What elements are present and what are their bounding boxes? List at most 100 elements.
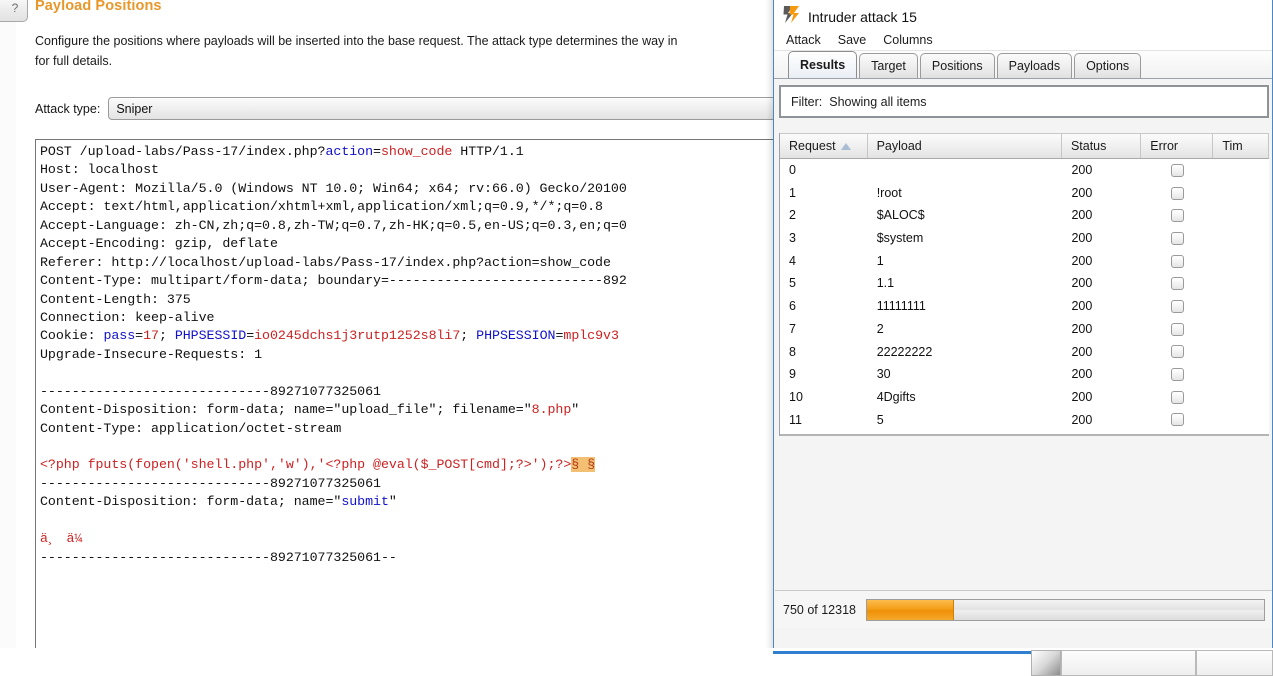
table-row[interactable]: 2 $ALOC$ 200: [780, 204, 1269, 227]
request-token: =: [373, 144, 381, 159]
table-bottom-divider: [780, 434, 1269, 436]
error-checkbox[interactable]: [1171, 231, 1185, 245]
filter-bar[interactable]: Filter: Showing all items: [779, 85, 1269, 118]
cell-timer: [1213, 182, 1269, 205]
results-table[interactable]: Request Payload Status Error Tim 0 200 1 !root 2…: [779, 133, 1269, 436]
cell-status: 200: [1071, 208, 1093, 223]
table-row[interactable]: 1 !root 200: [780, 182, 1269, 205]
cell-status: 200: [1071, 344, 1093, 359]
cell-request: 0: [789, 163, 796, 177]
request-token: Content-Length: 375: [40, 291, 191, 307]
sort-ascending-icon: [840, 143, 851, 150]
window-titlebar: Intruder attack 15: [774, 0, 1272, 29]
cell-error: [1142, 227, 1213, 250]
cell-payload: 2: [876, 321, 884, 336]
column-header-request[interactable]: Request: [780, 134, 868, 158]
request-token: io0245dchs1j3rutp1252s8li7: [254, 328, 461, 344]
cell-timer: [1213, 159, 1269, 182]
table-row[interactable]: 6 11111111 200: [780, 295, 1269, 318]
taskbar-item[interactable]: [1061, 650, 1196, 676]
request-line: [40, 438, 627, 456]
table-row[interactable]: 4 1 200: [780, 250, 1269, 273]
cell-request: 11: [789, 412, 802, 427]
menu-item-attack[interactable]: Attack: [786, 33, 821, 47]
cell-status: 200: [1071, 231, 1093, 246]
request-token: Content-Disposition: form-data; name="up…: [40, 402, 532, 418]
intruder-attack-window: Intruder attack 15 Attack Save Columns Res…: [773, 0, 1273, 657]
error-checkbox[interactable]: [1171, 413, 1185, 427]
request-text: POST /upload-labs/Pass-17/index.php?acti…: [40, 143, 627, 567]
table-row[interactable]: 8 22222222 200: [780, 341, 1269, 364]
tab-positions[interactable]: Positions: [919, 53, 995, 78]
error-checkbox[interactable]: [1171, 163, 1185, 177]
tab-target[interactable]: Target: [859, 53, 918, 78]
attack-type-row: Attack type: Sniper: [35, 97, 799, 120]
tab-options[interactable]: Options: [1074, 53, 1142, 78]
cell-status: 200: [1071, 321, 1093, 336]
request-line: Connection: keep-alive: [40, 309, 627, 327]
cell-request: 7: [789, 321, 796, 336]
menu-item-save[interactable]: Save: [838, 33, 867, 47]
cell-request: 5: [789, 276, 796, 291]
window-title: Intruder attack 15: [808, 9, 917, 25]
request-token: Cookie:: [40, 328, 104, 344]
column-header-status[interactable]: Status: [1062, 134, 1142, 158]
request-token: Content-Type: application/octet-stream: [40, 420, 342, 436]
table-row[interactable]: 9 30 200: [780, 363, 1269, 386]
help-icon[interactable]: ?: [0, 0, 28, 22]
error-checkbox[interactable]: [1171, 254, 1185, 268]
request-editor[interactable]: POST /upload-labs/Pass-17/index.php?acti…: [35, 139, 780, 676]
column-header-tim[interactable]: Tim: [1213, 134, 1269, 158]
menu-item-columns[interactable]: Columns: [883, 33, 932, 47]
request-token: -----------------------------89271077325…: [40, 475, 381, 491]
error-checkbox[interactable]: [1171, 209, 1185, 223]
cell-error: [1142, 409, 1213, 432]
table-row[interactable]: 10 4Dgifts 200: [780, 386, 1269, 409]
request-line: -----------------------------89271077325…: [40, 549, 627, 567]
tab-results[interactable]: Results: [788, 51, 858, 78]
taskbar-thumbnail[interactable]: [1031, 650, 1061, 676]
cell-status: 200: [1071, 389, 1093, 404]
taskbar: [0, 648, 1273, 676]
error-checkbox[interactable]: [1171, 345, 1185, 359]
table-row[interactable]: 5 1.1 200: [780, 272, 1269, 295]
request-token: PHPSESSID: [174, 328, 247, 344]
request-line: User-Agent: Mozilla/5.0 (Windows NT 10.0…: [40, 180, 627, 198]
error-checkbox[interactable]: [1171, 186, 1185, 200]
request-token: ;: [158, 328, 175, 344]
error-checkbox[interactable]: [1171, 277, 1185, 291]
error-checkbox[interactable]: [1171, 368, 1185, 382]
request-token: pass: [103, 328, 136, 344]
column-header-error[interactable]: Error: [1141, 134, 1214, 158]
attack-type-label: Attack type:: [35, 101, 101, 116]
tab-payloads[interactable]: Payloads: [996, 53, 1073, 78]
column-header-payload[interactable]: Payload: [868, 134, 1062, 158]
error-checkbox[interactable]: [1171, 322, 1185, 336]
table-row[interactable]: 11 5 200: [780, 409, 1269, 432]
request-token: Host: localhost: [40, 162, 159, 178]
request-line: Accept-Language: zh-CN,zh;q=0.8,zh-TW;q=…: [40, 217, 627, 235]
cell-error: [1142, 295, 1213, 318]
cell-payload: 1: [876, 253, 884, 268]
request-token: -----------------------------89271077325…: [40, 383, 381, 399]
request-token: ": [388, 494, 397, 510]
error-checkbox[interactable]: [1171, 390, 1185, 404]
request-token: -----------------------------89271077325…: [40, 549, 397, 565]
request-line: ä¸ä¼: [40, 530, 627, 548]
cell-payload: !root: [876, 185, 902, 200]
request-token: User-Agent: Mozilla/5.0 (Windows NT 10.0…: [40, 180, 627, 196]
cell-status: 200: [1071, 367, 1093, 382]
attack-type-select[interactable]: Sniper: [108, 97, 799, 120]
request-token: POST /upload-labs/Pass-17/index.php?: [40, 144, 326, 159]
attack-status-bar: 750 of 12318: [775, 590, 1272, 628]
error-checkbox[interactable]: [1171, 299, 1185, 313]
cell-status: 200: [1071, 276, 1093, 291]
table-row[interactable]: 3 $system 200: [780, 227, 1269, 250]
request-line: Content-Disposition: form-data; name="su…: [40, 493, 627, 511]
table-row[interactable]: 7 2 200: [780, 318, 1269, 341]
table-row[interactable]: 0 200: [780, 159, 1269, 182]
burp-lightning-icon: [782, 5, 801, 24]
cell-payload: $system: [876, 231, 924, 246]
left-rail: [0, 0, 16, 676]
taskbar-item[interactable]: [1196, 650, 1273, 676]
